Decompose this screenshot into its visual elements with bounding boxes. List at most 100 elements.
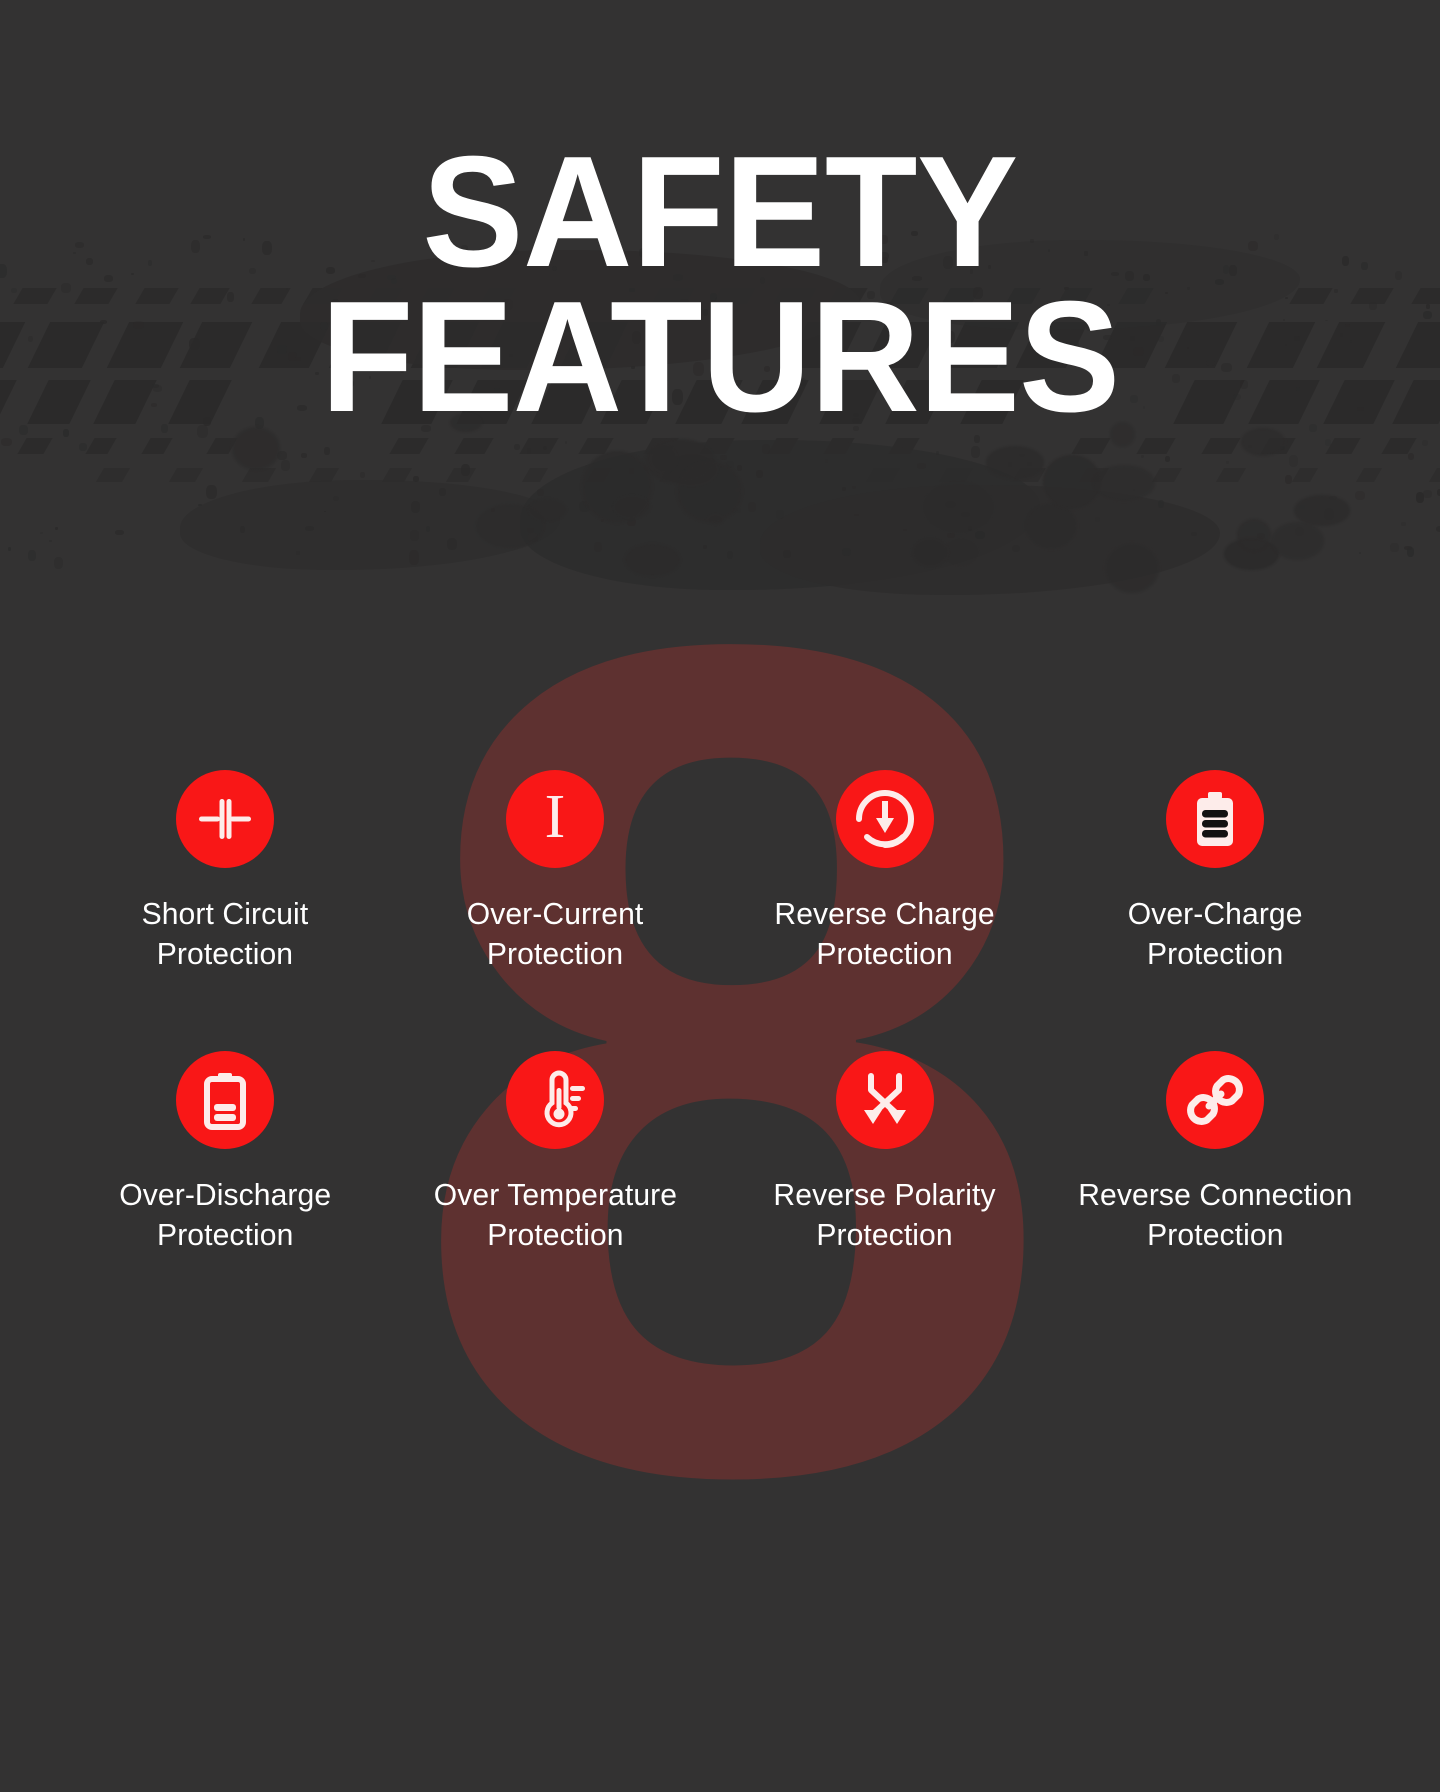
- feature-label-line-2: Protection: [486, 935, 624, 971]
- tire-mark: [1105, 543, 1159, 593]
- tire-mark: [1158, 500, 1164, 508]
- battery-low-icon: [193, 1068, 257, 1132]
- thermometer-icon: [523, 1068, 587, 1132]
- tire-chevron: [206, 438, 238, 454]
- feature-label: Over-Discharge Protection: [119, 1175, 331, 1254]
- feature-label-line-1: Reverse Charge: [774, 896, 996, 931]
- tire-mark: [240, 526, 245, 533]
- feature-label-line-1: Reverse Connection: [1077, 1177, 1353, 1213]
- tire-mark: [1280, 446, 1285, 450]
- feature-label: Over Temperature Protection: [433, 1175, 676, 1254]
- tire-chevron: [0, 322, 26, 368]
- current-i-icon-badge: I: [506, 770, 604, 868]
- tire-chevron: [1381, 438, 1417, 454]
- feature-label: Over-Charge Protection: [1128, 894, 1303, 973]
- tire-chevron: [1136, 438, 1176, 454]
- crossed-arrows-icon: [853, 1068, 917, 1132]
- tire-mark: [232, 427, 280, 470]
- thermometer-icon-badge: [506, 1051, 604, 1150]
- capacitor-icon-badge: [176, 770, 274, 868]
- tire-mark: [1359, 552, 1361, 554]
- tire-chevron: [241, 468, 277, 482]
- chain-link-icon-badge: [1166, 1051, 1264, 1150]
- chain-link-icon: [1183, 1068, 1247, 1132]
- tire-chevron: [85, 438, 117, 454]
- tire-mark: [1095, 517, 1100, 522]
- tire-mark: [301, 453, 307, 458]
- feature-label: Reverse Connection Protection: [1078, 1175, 1352, 1254]
- tire-mark: [1257, 533, 1265, 539]
- tire-mark: [115, 530, 124, 535]
- tire-mark: [1423, 311, 1432, 319]
- tire-chevron: [1411, 288, 1440, 304]
- tire-mark: [1423, 490, 1432, 498]
- tire-mark: [277, 451, 287, 460]
- tire-mark: [1289, 455, 1298, 467]
- tire-mark: [1093, 465, 1155, 501]
- feature-label-line-2: Protection: [156, 935, 294, 971]
- feature-item: Over-Discharge Protection: [60, 1051, 390, 1254]
- tire-mark: [1, 438, 12, 446]
- feature-item: Short Circuit Protection: [60, 770, 390, 973]
- tire-mark: [206, 485, 217, 499]
- tire-chevron: [141, 438, 173, 454]
- tire-mark: [360, 472, 365, 478]
- tire-mark: [1294, 495, 1350, 526]
- feature-label-line-1: Short Circuit: [141, 896, 309, 931]
- capacitor-icon: [193, 787, 257, 851]
- tire-mark: [1325, 439, 1331, 446]
- tire-mark: [28, 550, 36, 561]
- tire-mark: [8, 547, 11, 551]
- tire-mark: [54, 557, 63, 569]
- feature-label: Short Circuit Protection: [142, 894, 309, 973]
- tire-mark: [1191, 532, 1197, 536]
- feature-label-line-1: Reverse Polarity: [773, 1177, 997, 1213]
- title-line-2: FEATURES: [320, 269, 1120, 446]
- tire-chevron: [0, 380, 17, 424]
- battery-full-icon: [1183, 787, 1247, 851]
- tire-mark: [1295, 527, 1304, 536]
- tire-mark: [1390, 543, 1399, 552]
- tire-mark: [1248, 445, 1252, 448]
- tire-mark: [11, 288, 17, 293]
- tire-mark: [1285, 475, 1292, 484]
- tire-mark: [1133, 489, 1135, 491]
- tire-mark: [324, 511, 326, 512]
- tire-mark: [49, 540, 52, 542]
- tire-mark: [324, 447, 330, 455]
- feature-grid: Short Circuit Protection I Over-Current Prot…: [60, 770, 1380, 1255]
- tire-mark: [281, 460, 290, 471]
- tire-mark: [1324, 508, 1334, 520]
- feature-item: I Over-Current Protection: [390, 770, 720, 973]
- tire-mark: [1241, 428, 1285, 456]
- tire-mark: [1226, 461, 1229, 464]
- tire-mark: [1237, 519, 1271, 551]
- feature-label-line-2: Protection: [816, 935, 954, 971]
- feature-item: Reverse Connection Protection: [1050, 1051, 1380, 1254]
- feature-item: Over Temperature Protection: [390, 1051, 720, 1254]
- tire-chevron: [308, 468, 340, 482]
- tire-chevron: [1078, 468, 1110, 482]
- tire-chevron: [1151, 468, 1183, 482]
- tire-mark: [333, 496, 339, 501]
- reverse-charge-icon-badge: [836, 770, 934, 868]
- tire-mark: [1329, 496, 1337, 500]
- tire-mark: [40, 532, 43, 534]
- feature-label-line-2: Protection: [156, 1217, 294, 1253]
- tire-mark: [19, 425, 28, 435]
- feature-label: Over-Current Protection: [467, 894, 644, 973]
- tire-mark: [1165, 456, 1170, 462]
- tire-mark: [296, 551, 300, 555]
- feature-label: Reverse Polarity Protection: [774, 1175, 996, 1254]
- tire-mark: [55, 527, 58, 530]
- page-title: SAFETY FEATURES: [29, 133, 1411, 446]
- tire-mark: [1224, 538, 1279, 570]
- tire-chevron: [1291, 468, 1319, 482]
- tire-chevron: [1428, 468, 1440, 482]
- tire-chevron: [1215, 468, 1247, 482]
- tire-mark: [1407, 547, 1414, 557]
- tire-mark: [0, 264, 7, 278]
- tire-mark: [1422, 440, 1428, 446]
- tire-chevron: [1260, 438, 1296, 454]
- crossed-arrows-icon-badge: [836, 1051, 934, 1150]
